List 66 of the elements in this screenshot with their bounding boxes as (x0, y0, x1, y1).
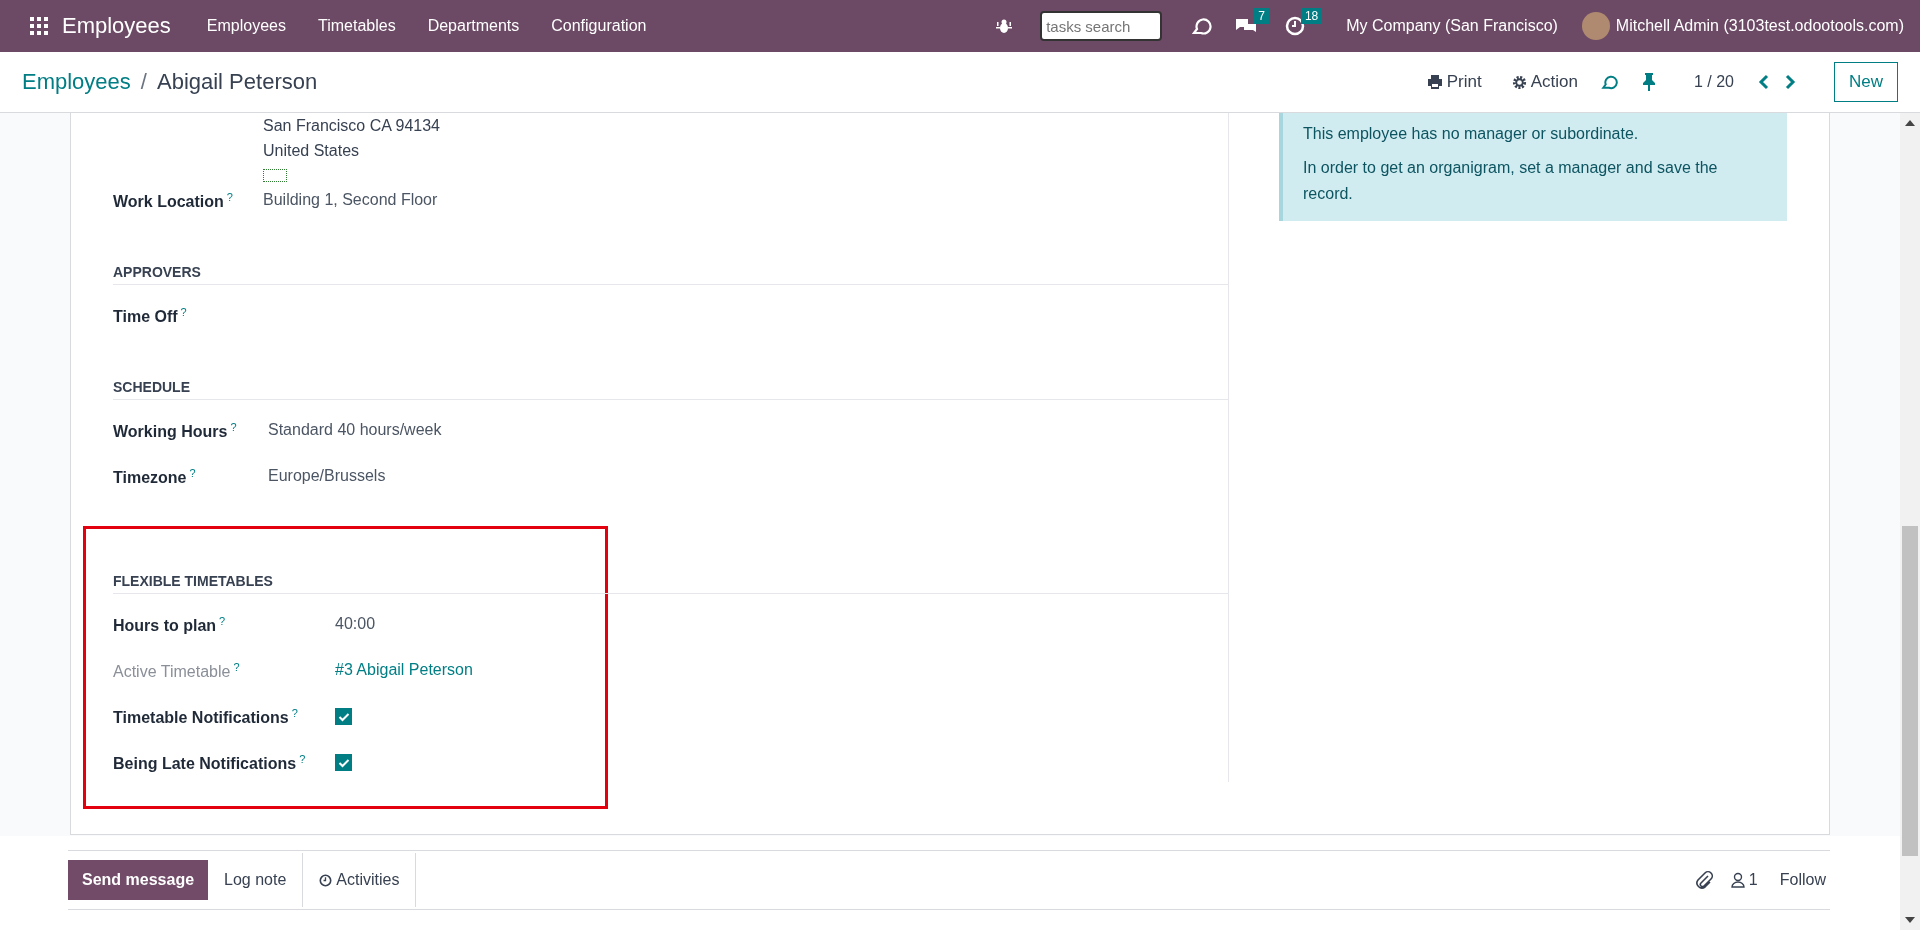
help-tooltip[interactable]: ? (291, 707, 298, 719)
bug-icon[interactable] (996, 18, 1013, 34)
app-grid-icon[interactable] (30, 17, 48, 35)
field-value: Europe/Brussels (268, 467, 386, 485)
new-button[interactable]: New (1834, 62, 1898, 102)
user-menu[interactable]: Mitchell Admin (3103test.odootools.com) (1615, 17, 1904, 35)
help-tooltip[interactable]: ? (299, 753, 306, 765)
app-name[interactable]: Employees (62, 13, 171, 39)
field-label: Working Hours (113, 423, 228, 441)
help-tooltip[interactable]: ? (233, 661, 240, 673)
scroll-up-icon[interactable] (1905, 119, 1915, 127)
field-label: Timetable Notifications (113, 709, 289, 727)
gear-icon (1511, 74, 1527, 90)
field-label: Time Off (113, 308, 178, 326)
pager-value[interactable]: 1 / 20 (1693, 73, 1734, 91)
field-label: Work Location (113, 193, 224, 211)
section-title: APPROVERS (113, 242, 1228, 285)
field-value: 40:00 (335, 615, 376, 633)
pin-icon[interactable] (1641, 73, 1656, 91)
send-message-button[interactable]: Send message (68, 860, 209, 900)
activity-count-badge: 18 (1300, 8, 1323, 24)
help-tooltip[interactable]: ? (219, 615, 226, 627)
help-tooltip[interactable]: ? (230, 421, 237, 433)
address-line: United States (263, 141, 361, 161)
user-avatar[interactable] (1581, 12, 1610, 40)
field-label: Hours to plan (113, 617, 217, 635)
field-value: Building 1, Second Floor (263, 191, 438, 209)
help-tooltip[interactable]: ? (189, 467, 196, 479)
address-line: San Francisco CA 94134 (263, 116, 441, 136)
field-label: Being Late Notifications (113, 755, 297, 773)
clock-icon (319, 873, 333, 887)
print-button[interactable]: Print (1418, 68, 1490, 96)
breadcrumb-link[interactable]: Employees (22, 69, 131, 95)
menu-item[interactable]: Configuration (551, 17, 647, 35)
previous-icon[interactable] (1758, 74, 1770, 90)
field-label: Timezone (113, 469, 187, 487)
company-switcher[interactable]: My Company (San Francisco) (1346, 17, 1558, 35)
clock-icon[interactable] (1284, 16, 1305, 36)
breadcrumb-separator: / (140, 69, 147, 95)
info-text: In order to get an organigram, set a manager and save the record. (1303, 158, 1719, 204)
paperclip-icon[interactable] (1694, 870, 1713, 890)
section-title: FLEXIBLE TIMETABLES (113, 551, 1228, 594)
checkbox[interactable] (335, 754, 352, 771)
printer-icon (1426, 75, 1443, 89)
scroll-down-icon[interactable] (1905, 916, 1915, 924)
section-title: SCHEDULE (113, 357, 1228, 400)
menu-item[interactable]: Timetables (318, 17, 396, 35)
person-icon (1730, 872, 1745, 888)
map-placeholder (263, 169, 287, 182)
field-label: Active Timetable (113, 663, 231, 681)
help-tooltip[interactable]: ? (180, 306, 187, 318)
scrollbar-thumb[interactable] (1902, 526, 1918, 856)
search-field[interactable]: tasks search (1040, 11, 1163, 41)
message-count-badge: 7 (1254, 8, 1269, 24)
menu-item[interactable]: Departments (427, 17, 520, 35)
checkbox[interactable] (335, 708, 352, 725)
help-tooltip[interactable]: ? (226, 191, 233, 203)
menu-item[interactable]: Employees (206, 17, 286, 35)
activities-button[interactable]: Activities (302, 853, 417, 907)
next-icon[interactable] (1784, 74, 1796, 90)
action-button[interactable]: Action (1503, 68, 1586, 96)
field-value: Standard 40 hours/week (268, 421, 442, 439)
record-title: Abigail Peterson (156, 69, 318, 95)
info-text: This employee has no manager or subordinate. (1303, 124, 1640, 144)
timetable-link[interactable]: #3 Abigail Peterson (335, 661, 473, 679)
scrollbar[interactable] (1900, 113, 1920, 930)
